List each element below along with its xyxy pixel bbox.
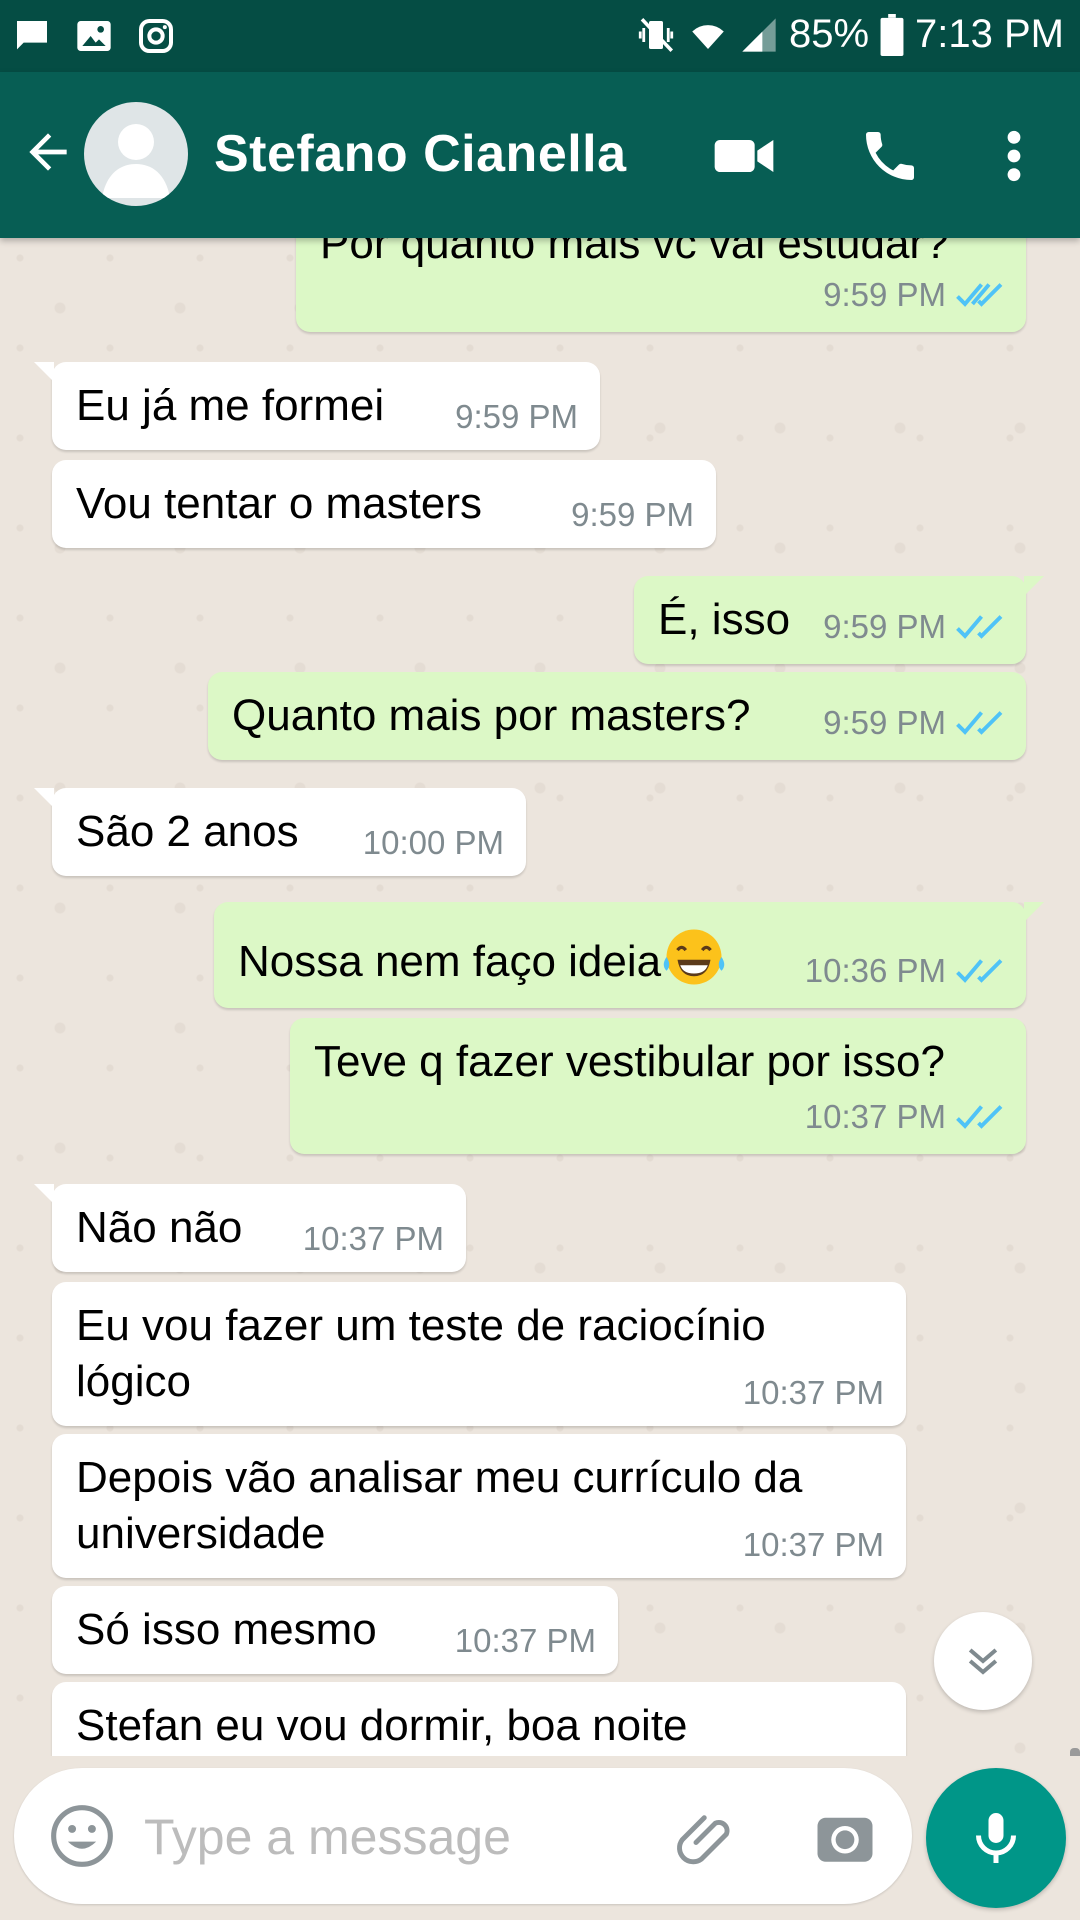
message-bubble-outgoing[interactable]: Teve q fazer vestibular por isso? 10:37 … — [290, 1018, 1026, 1154]
message-time: 9:59 PM — [823, 608, 1004, 650]
wifi-icon — [687, 14, 729, 56]
message-notification-icon — [12, 16, 52, 56]
contact-name[interactable]: Stefano Cianella — [214, 124, 627, 184]
message-bubble-outgoing[interactable]: Quanto mais por masters? 9:59 PM — [208, 672, 1026, 760]
scroll-to-bottom-button[interactable] — [934, 1612, 1032, 1710]
status-bar: 85% 7:13 PM — [0, 0, 1080, 72]
message-time: 9:59 PM — [455, 398, 578, 435]
message-bubble-outgoing[interactable]: É, isso 9:59 PM — [634, 576, 1044, 664]
message-time: 10:37 PM — [454, 1622, 596, 1659]
video-call-icon[interactable] — [712, 124, 776, 188]
message-text: Eu vou fazer um teste de raciocínio lógi… — [76, 1301, 766, 1406]
message-bubble-incoming[interactable]: Stefan eu vou dormir, boa noite — [52, 1682, 906, 1756]
message-text: Nossa nem faço ideia — [238, 937, 662, 986]
message-text: É, isso — [658, 595, 791, 644]
message-bubble-incoming[interactable]: Eu vou fazer um teste de raciocínio lógi… — [52, 1282, 906, 1426]
double-chevron-down-icon — [968, 1648, 998, 1675]
message-text: Stefan eu vou dormir, boa noite — [76, 1701, 688, 1750]
more-options-icon[interactable] — [990, 124, 1054, 188]
message-bubble-outgoing[interactable]: Nossa nem faço ideia 10:36 PM — [214, 902, 1044, 1008]
message-text: Não não — [76, 1203, 243, 1252]
message-text: Eu já me formei — [76, 381, 385, 430]
message-input[interactable]: Type a message — [144, 1808, 511, 1866]
read-receipt-icon — [956, 612, 1004, 650]
message-bubble-outgoing[interactable]: Por quanto mais vc vai estudar? 9:59 PM — [296, 238, 1026, 332]
read-receipt-icon — [956, 280, 1004, 318]
message-time: 10:37 PM — [742, 1526, 884, 1563]
message-time: 10:37 PM — [805, 1098, 1004, 1140]
read-receipt-icon — [956, 956, 1004, 994]
voice-record-button[interactable] — [926, 1768, 1066, 1908]
message-list[interactable]: Por quanto mais vc vai estudar? 9:59 PM … — [0, 238, 1080, 1756]
message-text: Por quanto mais vc vai estudar? — [320, 238, 949, 268]
message-bubble-incoming[interactable]: Eu já me formei 9:59 PM — [34, 362, 600, 450]
signal-icon — [739, 15, 779, 55]
read-receipt-icon — [956, 708, 1004, 746]
message-text: São 2 anos — [76, 807, 299, 856]
camera-icon[interactable] — [812, 1804, 878, 1870]
message-bubble-incoming[interactable]: Vou tentar o masters 9:59 PM — [52, 460, 716, 548]
message-text: Vou tentar o masters — [76, 479, 482, 528]
message-bubble-incoming[interactable]: Depois vão analisar meu currículo da uni… — [52, 1434, 906, 1578]
scrollbar[interactable] — [1070, 1748, 1080, 1756]
read-receipt-icon — [956, 1102, 1004, 1140]
message-bubble-incoming[interactable]: Não não 10:37 PM — [34, 1184, 466, 1272]
message-text: Só isso mesmo — [76, 1605, 377, 1654]
chat-header: Stefano Cianella — [0, 72, 1080, 238]
back-arrow-icon[interactable] — [20, 124, 76, 180]
microphone-icon — [976, 1813, 1016, 1863]
attach-paperclip-icon[interactable] — [674, 1804, 740, 1870]
battery-icon — [879, 13, 905, 56]
message-bubble-incoming[interactable]: Só isso mesmo 10:37 PM — [52, 1586, 618, 1674]
clock: 7:13 PM — [915, 12, 1064, 56]
message-time: 9:59 PM — [823, 704, 1004, 746]
message-bubble-incoming[interactable]: São 2 anos 10:00 PM — [34, 788, 526, 876]
message-time: 9:59 PM — [571, 496, 694, 533]
battery-percent: 85% — [788, 12, 870, 56]
message-composer: Type a message — [14, 1768, 912, 1904]
vibrate-mute-icon — [635, 14, 677, 56]
emoji-icon[interactable] — [48, 1802, 116, 1870]
message-time: 10:37 PM — [742, 1374, 884, 1411]
image-notification-icon — [74, 16, 114, 56]
instagram-icon — [136, 16, 176, 56]
message-time: 10:00 PM — [362, 824, 504, 861]
tears-of-joy-emoji — [661, 924, 727, 995]
message-text: Teve q fazer vestibular por isso? — [314, 1037, 945, 1086]
contact-avatar[interactable] — [84, 102, 188, 206]
message-time: 9:59 PM — [823, 276, 1004, 318]
message-time: 10:37 PM — [302, 1220, 444, 1257]
message-time: 10:36 PM — [805, 952, 1004, 994]
phone-call-icon[interactable] — [858, 124, 922, 188]
message-text: Quanto mais por masters? — [232, 691, 751, 740]
